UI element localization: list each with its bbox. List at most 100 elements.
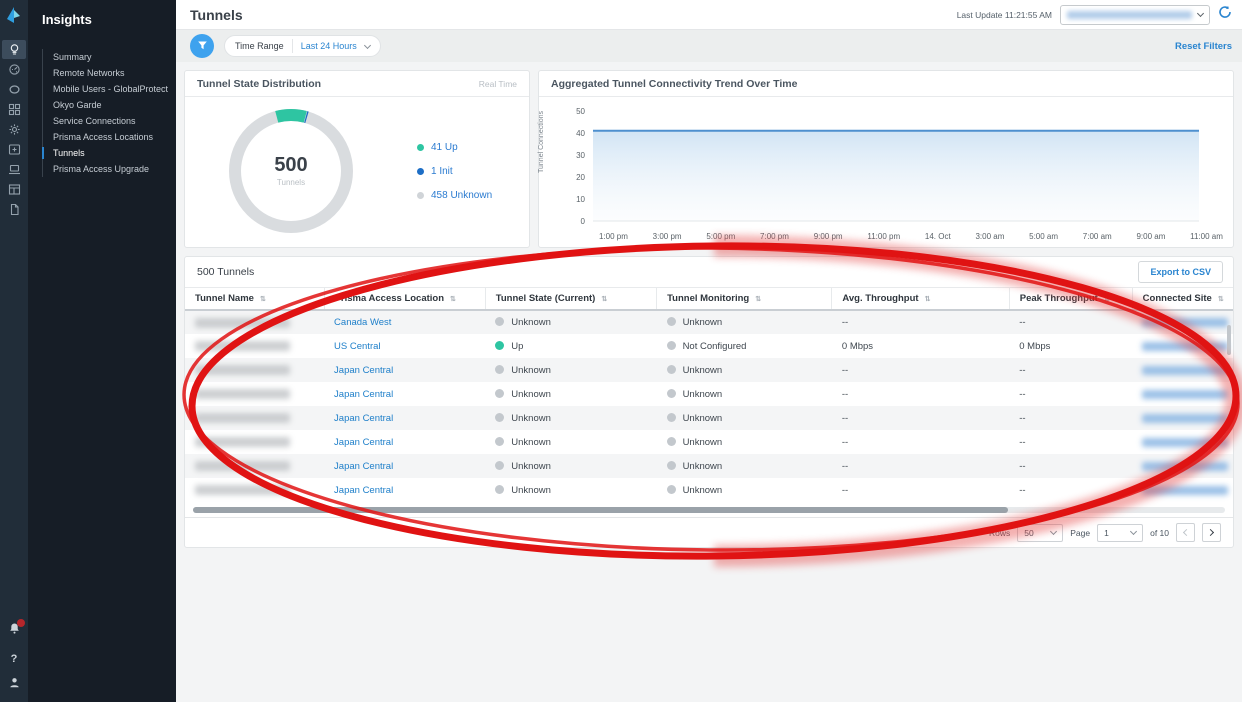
rail-item-reports[interactable] — [2, 200, 26, 219]
legend-item-1-init[interactable]: 1 Init — [417, 166, 492, 177]
donut-card-title: Tunnel State Distribution — [197, 78, 321, 90]
location-link[interactable]: Canada West — [334, 317, 391, 328]
peak-throughput-cell: -- — [1009, 358, 1132, 382]
connectivity-trend-card: Aggregated Tunnel Connectivity Trend Ove… — [538, 70, 1234, 248]
y-tick-30: 30 — [576, 151, 585, 160]
nav-item-summary[interactable]: Summary — [43, 49, 176, 65]
refresh-button[interactable] — [1218, 5, 1232, 24]
chevron-down-icon — [1130, 528, 1137, 535]
real-time-badge: Real Time — [479, 79, 517, 89]
location-link[interactable]: Japan Central — [334, 437, 393, 448]
connected-site-redacted[interactable] — [1142, 486, 1228, 495]
donut-legend: 41 Up 1 Init 458 Unknown — [417, 142, 492, 201]
peak-throughput-cell: -- — [1009, 406, 1132, 430]
tunnel-state-cell: Up — [485, 334, 656, 358]
help-button[interactable]: ? — [11, 649, 18, 667]
horizontal-scrollbar-thumb[interactable] — [193, 507, 1008, 513]
location-cell: Japan Central — [324, 430, 485, 454]
sort-icon: ⇅ — [260, 296, 266, 303]
connected-site-cell — [1132, 478, 1233, 502]
col-header-connected-site[interactable]: Connected Site⇅ — [1132, 288, 1233, 311]
tunnel-name-redacted — [195, 341, 290, 351]
tunnels-table-card: 500 Tunnels Export to CSV Tunnel Name⇅Pr… — [184, 256, 1234, 548]
peak-throughput-cell: -- — [1009, 382, 1132, 406]
chevron-down-icon — [1197, 10, 1204, 17]
filter-button[interactable] — [190, 34, 214, 58]
connected-site-redacted[interactable] — [1142, 318, 1228, 327]
location-link[interactable]: Japan Central — [334, 461, 393, 472]
rail-item-insights[interactable] — [2, 40, 26, 59]
col-header-tunnel-state-current[interactable]: Tunnel State (Current)⇅ — [485, 288, 656, 311]
table-body: Canada WestUnknownUnknown----US CentralU… — [185, 310, 1233, 502]
connected-site-redacted[interactable] — [1142, 438, 1228, 447]
location-cell: Japan Central — [324, 454, 485, 478]
top-bar: Tunnels Last Update 11:21:55 AM — [176, 0, 1242, 30]
legend-label: 41 Up — [431, 142, 458, 153]
next-page-button[interactable] — [1202, 523, 1221, 542]
table-row: Japan CentralUnknownUnknown---- — [185, 430, 1233, 454]
rail-item-settings[interactable] — [2, 120, 26, 139]
nav-item-tunnels[interactable]: Tunnels — [43, 145, 176, 161]
page-select[interactable]: 1 — [1097, 524, 1143, 542]
reset-filters-link[interactable]: Reset Filters — [1175, 41, 1232, 52]
location-link[interactable]: Japan Central — [334, 365, 393, 376]
col-header-prisma-access-location[interactable]: Prisma Access Location⇅ — [324, 288, 485, 311]
nav-item-prisma-access-upgrade[interactable]: Prisma Access Upgrade — [43, 161, 176, 177]
connected-site-cell — [1132, 454, 1233, 478]
state-dot — [495, 461, 504, 470]
nav-item-remote-networks[interactable]: Remote Networks — [43, 65, 176, 81]
rows-label: Rows — [989, 528, 1010, 538]
rail-item-dashboard[interactable] — [2, 60, 26, 79]
prev-page-button[interactable] — [1176, 523, 1195, 542]
connected-site-redacted[interactable] — [1142, 390, 1228, 399]
user-menu-button[interactable] — [8, 676, 21, 694]
tunnel-state-cell: Unknown — [485, 454, 656, 478]
connected-site-cell — [1132, 358, 1233, 382]
location-link[interactable]: Japan Central — [334, 413, 393, 424]
location-link[interactable]: Japan Central — [334, 389, 393, 400]
rail-item-monitor[interactable] — [2, 80, 26, 99]
x-tick-7-00-am: 7:00 am — [1083, 232, 1112, 241]
col-header-tunnel-name[interactable]: Tunnel Name⇅ — [185, 288, 324, 311]
legend-item-458-unknown[interactable]: 458 Unknown — [417, 190, 492, 201]
y-tick-50: 50 — [576, 107, 585, 116]
location-link[interactable]: Japan Central — [334, 485, 393, 496]
connected-site-redacted[interactable] — [1142, 414, 1228, 423]
monitoring-cell: Not Configured — [657, 334, 832, 358]
document-icon — [8, 203, 21, 216]
nav-item-okyo-garde[interactable]: Okyo Garde — [43, 97, 176, 113]
rail-item-apps[interactable] — [2, 100, 26, 119]
notifications-button[interactable] — [8, 622, 21, 640]
export-csv-button[interactable]: Export to CSV — [1138, 261, 1223, 283]
nav-item-prisma-access-locations[interactable]: Prisma Access Locations — [43, 129, 176, 145]
location-link[interactable]: US Central — [334, 341, 380, 352]
table-row: Japan CentralUnknownUnknown---- — [185, 382, 1233, 406]
laptop-icon — [8, 163, 21, 176]
vertical-scrollbar[interactable] — [1227, 325, 1231, 355]
col-header-tunnel-monitoring[interactable]: Tunnel Monitoring⇅ — [657, 288, 832, 311]
legend-item-41-up[interactable]: 41 Up — [417, 142, 492, 153]
rail-item-device[interactable] — [2, 160, 26, 179]
main-area: Tunnels Last Update 11:21:55 AM Time Ran… — [176, 0, 1242, 702]
tunnel-name-cell — [185, 406, 324, 430]
x-tick-11-00-pm: 11:00 pm — [867, 232, 900, 241]
peak-throughput-cell: -- — [1009, 430, 1132, 454]
sort-icon: ⇅ — [1104, 296, 1110, 303]
tenant-select[interactable] — [1060, 5, 1210, 25]
chevron-down-icon — [364, 41, 371, 48]
col-header-peak-throughput[interactable]: Peak Throughput⇅ — [1009, 288, 1132, 311]
time-range-dropdown[interactable]: Time Range Last 24 Hours — [224, 35, 381, 57]
nav-item-service-connections[interactable]: Service Connections — [43, 113, 176, 129]
rows-per-page-select[interactable]: 50 — [1017, 524, 1063, 542]
connected-site-redacted[interactable] — [1142, 366, 1228, 375]
col-header-avg-throughput[interactable]: Avg. Throughput⇅ — [832, 288, 1009, 311]
table-row: US CentralUpNot Configured0 Mbps0 Mbps — [185, 334, 1233, 358]
nav-item-mobile-users-globalprotect[interactable]: Mobile Users - GlobalProtect — [43, 81, 176, 97]
prisma-logo-icon[interactable] — [3, 4, 25, 26]
connected-site-redacted[interactable] — [1142, 342, 1228, 351]
rail-item-layout[interactable] — [2, 180, 26, 199]
connected-site-redacted[interactable] — [1142, 462, 1228, 471]
donut-chart: 500 Tunnels — [221, 101, 361, 241]
legend-label: 1 Init — [431, 166, 453, 177]
rail-item-add-window[interactable] — [2, 140, 26, 159]
